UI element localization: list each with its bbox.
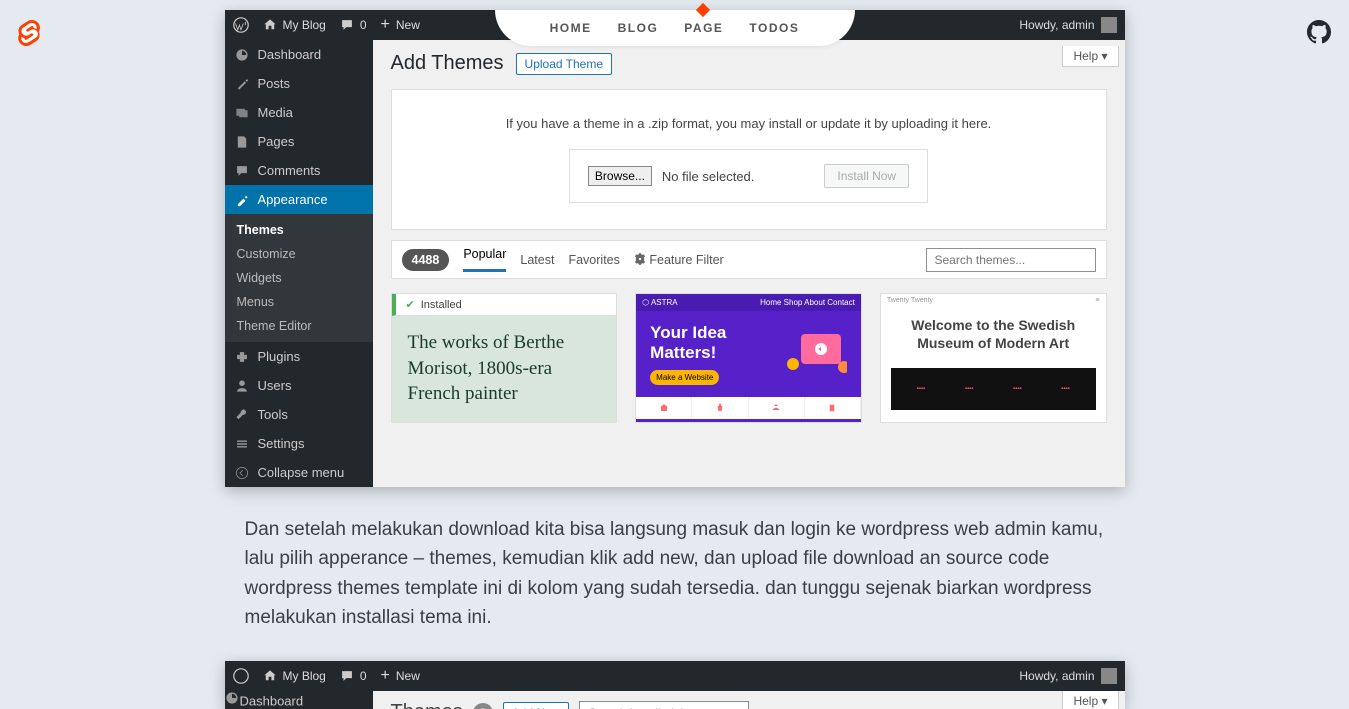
theme-card[interactable]: ⬡ ASTRAHome Shop About Contact Your Idea… — [635, 293, 862, 423]
nav-page[interactable]: PAGE — [684, 21, 723, 35]
avatar-icon — [1101, 17, 1117, 33]
sidebar-widgets[interactable]: Widgets — [225, 266, 373, 290]
comments-link[interactable]: 0 — [340, 18, 367, 32]
comments-link[interactable]: 0 — [340, 669, 367, 683]
wp-admin-bar: My Blog 0 +New Howdy, admin — [225, 661, 1125, 691]
sidebar-collapse[interactable]: Collapse menu — [225, 458, 373, 487]
tab-latest[interactable]: Latest — [520, 253, 554, 267]
install-now-button[interactable]: Install Now — [824, 164, 909, 188]
nav-home[interactable]: HOME — [550, 21, 592, 35]
help-tab[interactable]: Help ▾ — [1062, 691, 1118, 709]
add-new-button[interactable]: Add New — [503, 702, 570, 709]
theme-card[interactable]: ✔Installed The works of Berthe Morisot, … — [391, 293, 618, 423]
sidebar-tools[interactable]: Tools — [225, 400, 373, 429]
tab-popular[interactable]: Popular — [463, 247, 506, 272]
sidebar-theme-editor[interactable]: Theme Editor — [225, 314, 373, 338]
admin-sidebar: Dashboard Posts Media Pages Comments App… — [225, 40, 373, 487]
cat-icon — [692, 397, 748, 419]
sidebar-customize[interactable]: Customize — [225, 242, 373, 266]
search-installed-input[interactable] — [579, 701, 749, 709]
site-link[interactable]: My Blog — [263, 18, 326, 32]
github-icon[interactable] — [1307, 20, 1331, 49]
sidebar-media[interactable]: Media — [225, 98, 373, 127]
top-nav: HOME BLOG PAGE TODOS — [495, 10, 855, 46]
sidebar-menus[interactable]: Menus — [225, 290, 373, 314]
sidebar-pages[interactable]: Pages — [225, 127, 373, 156]
nav-marker-icon — [695, 3, 709, 17]
page-title: Themes — [391, 701, 463, 709]
howdy-user[interactable]: Howdy, admin — [1019, 668, 1116, 684]
sidebar-settings[interactable]: Settings — [225, 429, 373, 458]
theme-count: 4488 — [402, 249, 450, 271]
svelte-logo[interactable] — [18, 20, 40, 51]
new-link[interactable]: +New — [381, 16, 420, 34]
wp-logo-icon[interactable] — [233, 17, 249, 33]
wp-logo-icon[interactable] — [233, 668, 249, 684]
upload-area: If you have a theme in a .zip format, yo… — [391, 89, 1107, 230]
upload-theme-button[interactable]: Upload Theme — [516, 53, 613, 75]
sidebar-posts[interactable]: Posts — [225, 69, 373, 98]
sidebar-users[interactable]: Users — [225, 371, 373, 400]
no-file-label: No file selected. — [662, 169, 755, 184]
howdy-user[interactable]: Howdy, admin — [1019, 17, 1116, 33]
sidebar-dashboard[interactable]: Dashboard — [225, 691, 373, 709]
upload-message: If you have a theme in a .zip format, yo… — [418, 116, 1080, 131]
sidebar-themes[interactable]: Themes — [225, 218, 373, 242]
theme-count-badge: 2 — [473, 703, 493, 709]
new-link[interactable]: +New — [381, 667, 420, 685]
avatar-icon — [1101, 668, 1117, 684]
theme-card[interactable]: Twenty Twenty≡ Welcome to the Swedish Mu… — [880, 293, 1107, 423]
illustration-icon — [783, 326, 846, 382]
site-link[interactable]: My Blog — [263, 669, 326, 683]
cat-icon — [636, 397, 692, 419]
sidebar-dashboard[interactable]: Dashboard — [225, 40, 373, 69]
sidebar-comments[interactable]: Comments — [225, 156, 373, 185]
page-title: Add Themes — [391, 52, 504, 75]
search-themes-input[interactable] — [926, 248, 1096, 272]
help-tab[interactable]: Help ▾ — [1062, 46, 1118, 67]
cat-icon — [749, 397, 805, 419]
tab-feature-filter[interactable]: Feature Filter — [634, 253, 724, 267]
nav-blog[interactable]: BLOG — [618, 21, 659, 35]
nav-todos[interactable]: TODOS — [749, 21, 799, 35]
cat-icon — [805, 397, 861, 419]
tab-favorites[interactable]: Favorites — [568, 253, 619, 267]
sidebar-plugins[interactable]: Plugins — [225, 342, 373, 371]
sidebar-appearance[interactable]: Appearance — [225, 185, 373, 214]
browse-button[interactable]: Browse... — [588, 166, 652, 186]
article-paragraph: Dan setelah melakukan download kita bisa… — [245, 515, 1105, 633]
